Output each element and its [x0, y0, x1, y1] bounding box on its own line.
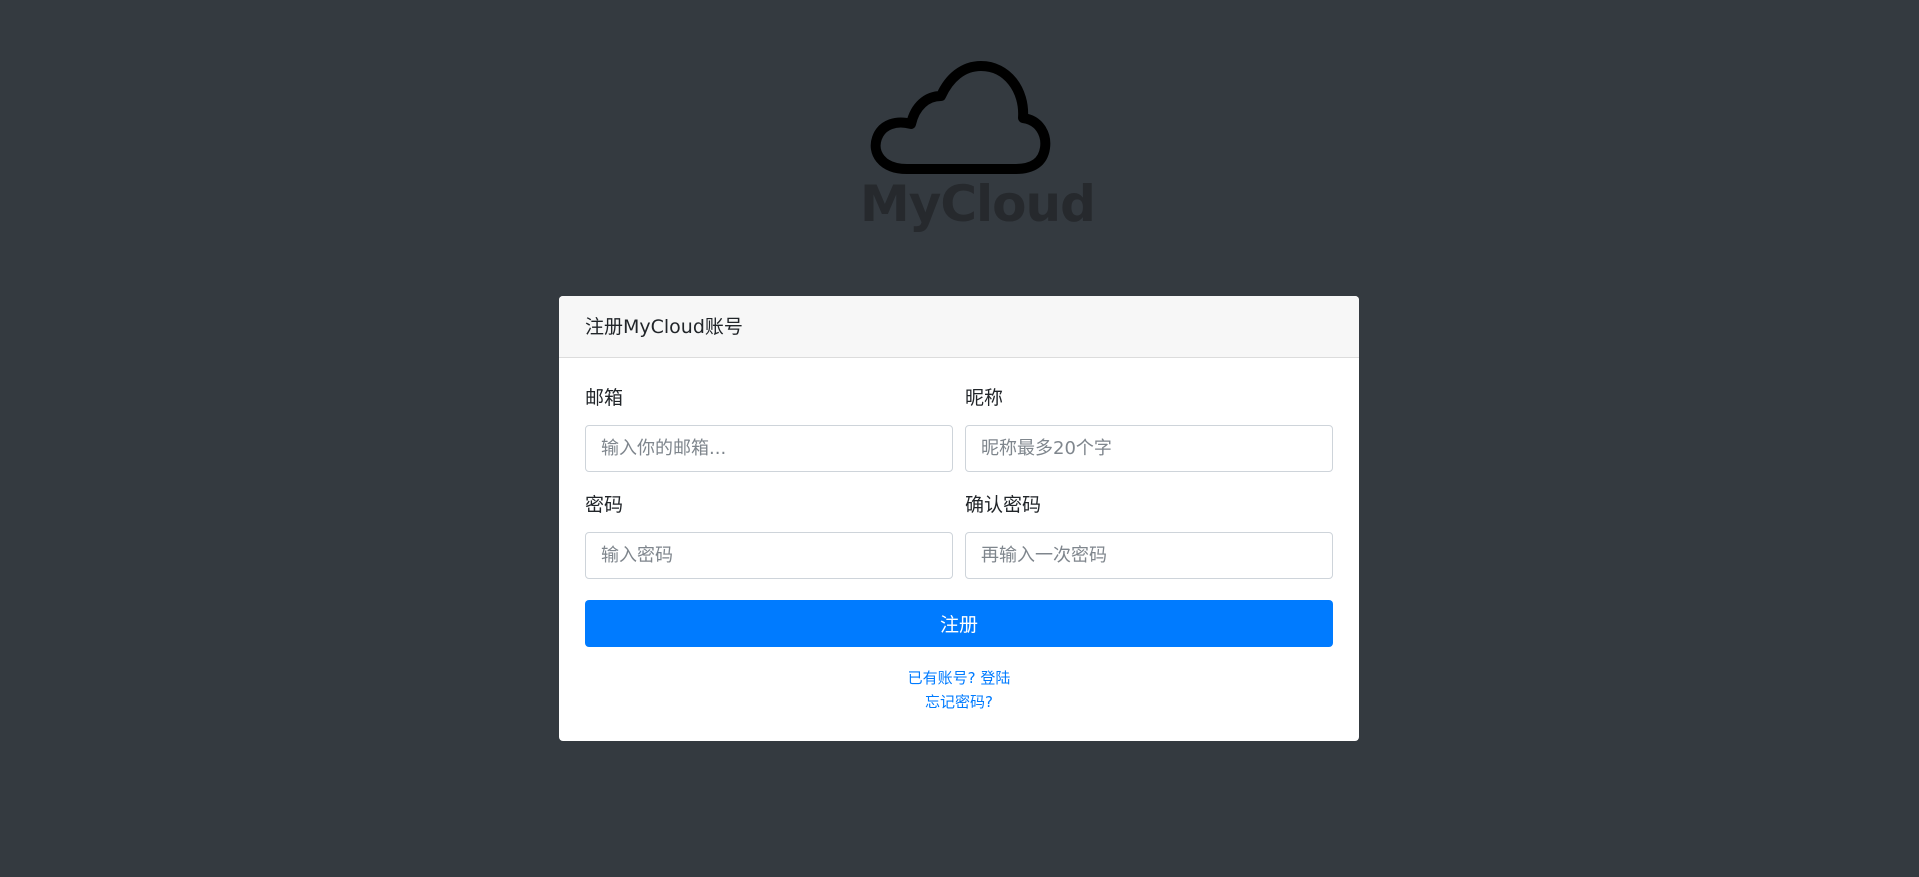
nickname-label: 昵称 — [965, 387, 1004, 409]
login-link[interactable]: 已有账号? 登陆 — [559, 668, 1359, 688]
confirm-password-input[interactable] — [965, 532, 1333, 579]
nickname-input[interactable] — [965, 425, 1333, 472]
cloud-icon — [870, 61, 1051, 174]
brand-logo: MyCloud — [860, 50, 1096, 240]
register-card: 注册MyCloud账号 邮箱 昵称 密码 确认密码 注册 已有账号? 登陆 忘记… — [559, 296, 1359, 741]
brand-name: MyCloud — [860, 175, 1096, 233]
email-input[interactable] — [585, 425, 953, 472]
confirm-password-label: 确认密码 — [965, 494, 1042, 516]
card-title: 注册MyCloud账号 — [559, 296, 1359, 358]
email-label: 邮箱 — [585, 387, 624, 409]
password-input[interactable] — [585, 532, 953, 579]
register-button[interactable]: 注册 — [585, 600, 1333, 647]
forgot-password-link[interactable]: 忘记密码? — [559, 692, 1359, 712]
password-label: 密码 — [585, 494, 624, 516]
